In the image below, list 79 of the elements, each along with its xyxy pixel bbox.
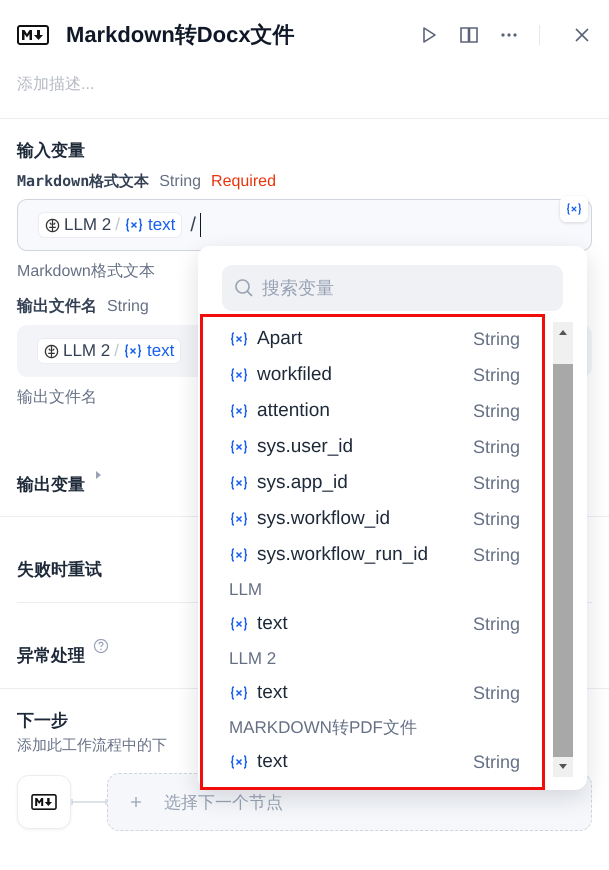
search-icon — [234, 278, 254, 298]
variable-name: attention — [257, 400, 330, 422]
llm-node-icon — [44, 344, 59, 358]
variable-option[interactable]: text String — [229, 675, 542, 711]
insert-variable-button[interactable] — [560, 196, 588, 222]
variable-icon — [229, 367, 249, 383]
variable-name: text — [257, 751, 288, 773]
variable-icon — [229, 475, 249, 491]
variable-type: String — [472, 544, 520, 566]
variable-name: Apart — [257, 328, 302, 350]
variable-type: String — [472, 400, 520, 422]
help-icon[interactable] — [93, 638, 109, 654]
variable-name: sys.user_id — [257, 436, 354, 458]
variable-icon — [229, 511, 249, 527]
variable-option[interactable]: text String — [229, 606, 542, 642]
field-hint: 输出文件名 — [17, 388, 97, 408]
node-title: Markdown转Docx文件 — [66, 21, 295, 49]
expand-arrow-icon[interactable] — [93, 470, 103, 480]
variable-name: text — [257, 613, 288, 635]
variable-icon — [229, 403, 249, 419]
variable-name: sys.workflow_run_id — [257, 544, 428, 566]
variable-option[interactable]: sys.workflow_id String — [229, 501, 542, 537]
variable-option[interactable]: sys.workflow_run_id String — [229, 537, 542, 573]
required-label: Required — [211, 173, 276, 191]
variable-type: String — [472, 472, 520, 494]
node-card[interactable] — [17, 775, 71, 829]
book-icon[interactable] — [459, 25, 479, 45]
section-description: 添加此工作流程中的下 — [17, 736, 167, 755]
scroll-down-icon[interactable] — [558, 764, 568, 770]
variable-icon — [229, 547, 249, 563]
variable-name: sys.app_id — [257, 472, 348, 494]
variable-type: String — [472, 682, 520, 704]
variable-option[interactable]: Apart String — [229, 321, 542, 357]
markdown-icon — [17, 25, 49, 45]
variable-option[interactable]: sys.user_id String — [229, 429, 542, 465]
variable-icon — [229, 439, 249, 455]
variable-icon — [124, 217, 144, 233]
variable-type: String — [472, 364, 520, 386]
variable-icon — [229, 754, 249, 770]
section-title: 异常处理 — [17, 645, 85, 667]
section-title: 输入变量 — [17, 140, 85, 162]
group-header: LLM — [229, 579, 264, 601]
field-label: Markdown格式文本 — [17, 172, 150, 191]
variable-icon — [229, 685, 249, 701]
variable-option[interactable]: workfiled String — [229, 357, 542, 393]
variable-icon — [122, 343, 143, 359]
variable-name: text — [257, 682, 288, 704]
connector-line — [71, 797, 107, 807]
variable-type: String — [472, 614, 520, 634]
variable-type: String — [472, 508, 520, 530]
field-label: 输出文件名 — [17, 296, 97, 317]
typed-text: / — [190, 214, 196, 236]
section-title: 下一步 — [17, 710, 68, 732]
field-hint: Markdown格式文本 — [17, 262, 155, 282]
variable-type: String — [472, 328, 520, 350]
variable-icon — [229, 616, 249, 632]
scrollbar[interactable] — [553, 322, 573, 777]
search-field[interactable]: 搜索变量 — [222, 265, 563, 311]
variable-chip[interactable]: LLM 2 / text — [38, 212, 182, 238]
variable-chip[interactable]: LLM 2 / text — [37, 338, 182, 364]
llm-node-icon — [45, 218, 60, 232]
scroll-up-icon[interactable] — [558, 329, 568, 335]
field-type: String — [107, 298, 149, 316]
field-type: String — [159, 173, 202, 191]
variable-icon — [565, 202, 583, 216]
variable-option[interactable]: attention String — [229, 393, 542, 429]
variable-type: String — [472, 752, 520, 772]
variable-name: workfiled — [257, 364, 332, 386]
variable-icon — [229, 331, 249, 347]
variable-option[interactable]: sys.app_id String — [229, 465, 542, 501]
plus-icon — [130, 796, 142, 808]
group-header: MARKDOWN转PDF文件 — [229, 717, 418, 739]
markdown-icon — [31, 794, 57, 810]
variable-name: sys.workflow_id — [257, 508, 390, 530]
variable-type: String — [472, 436, 520, 458]
section-title: 失败时重试 — [17, 559, 102, 581]
group-header: LLM 2 — [229, 648, 278, 670]
variable-input[interactable]: LLM 2 / text / — [17, 199, 592, 251]
section-title[interactable]: 输出变量 — [17, 453, 85, 496]
